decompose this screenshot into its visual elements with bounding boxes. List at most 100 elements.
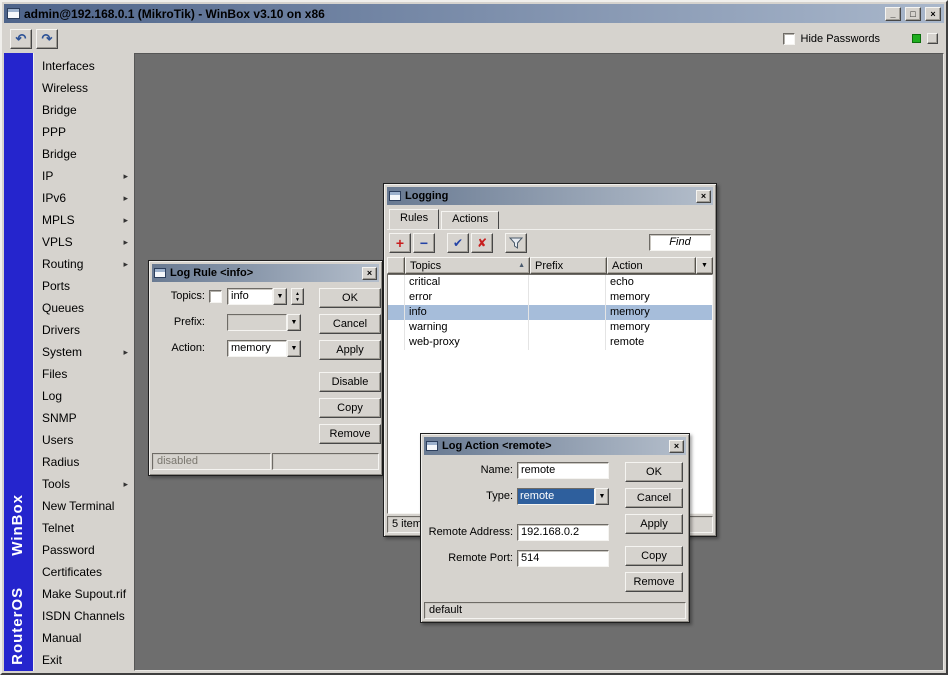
disable-button[interactable]: Disable <box>319 372 381 392</box>
main-toolbar: ↶ ↷ Hide Passwords <box>4 25 944 52</box>
submenu-arrow-icon: ▸ <box>123 347 128 357</box>
sidebar-item-password[interactable]: Password <box>34 539 134 561</box>
undo-button[interactable]: ↶ <box>10 28 32 49</box>
logging-titlebar[interactable]: Logging × <box>387 187 713 205</box>
main-titlebar[interactable]: admin@192.168.0.1 (MikroTik) - WinBox v3… <box>4 4 944 23</box>
close-icon[interactable]: × <box>362 266 377 280</box>
apply-button[interactable]: Apply <box>625 514 683 534</box>
sidebar-item-exit[interactable]: Exit <box>34 649 134 671</box>
sidebar-item-make-supout[interactable]: Make Supout.rif <box>34 583 134 605</box>
sidebar-item-bridge-2[interactable]: Bridge <box>34 143 134 165</box>
close-icon[interactable]: × <box>669 439 684 453</box>
submenu-arrow-icon: ▸ <box>123 193 128 203</box>
cancel-button[interactable]: Cancel <box>319 314 381 334</box>
sidebar-item-system[interactable]: System ▸ <box>34 341 134 363</box>
find-input[interactable]: Find <box>649 234 711 251</box>
filter-button[interactable] <box>505 233 527 253</box>
spinner-down-icon: ▼ <box>295 296 300 303</box>
tab-divider <box>387 229 713 230</box>
sidebar-item-wireless[interactable]: Wireless <box>34 77 134 99</box>
column-header-flags[interactable] <box>387 257 405 274</box>
table-row[interactable]: error memory <box>388 290 712 305</box>
sidebar-item-tools[interactable]: Tools ▸ <box>34 473 134 495</box>
logging-title: Logging <box>405 190 449 202</box>
maximize-button[interactable]: □ <box>905 6 921 21</box>
sidebar-item-new-terminal[interactable]: New Terminal <box>34 495 134 517</box>
sidebar-item-manual[interactable]: Manual <box>34 627 134 649</box>
logging-toolbar: + − ✔ ✘ Find <box>389 231 711 255</box>
copy-button[interactable]: Copy <box>625 546 683 566</box>
sidebar-item-telnet[interactable]: Telnet <box>34 517 134 539</box>
sidebar-item-users[interactable]: Users <box>34 429 134 451</box>
sidebar: RouterOS WinBox Interfaces Wireless Brid… <box>4 53 134 671</box>
topics-combo[interactable]: info <box>227 288 273 305</box>
window-log-action: Log Action <remote> × Name: remote Type:… <box>420 433 690 623</box>
sidebar-item-vpls[interactable]: VPLS ▸ <box>34 231 134 253</box>
prefix-input[interactable] <box>227 314 287 331</box>
sidebar-item-ipv6[interactable]: IPv6 ▸ <box>34 187 134 209</box>
sidebar-item-ip[interactable]: IP ▸ <box>34 165 134 187</box>
hide-passwords-checkbox[interactable] <box>782 32 795 45</box>
type-combo-arrow-icon[interactable]: ▼ <box>595 488 609 505</box>
action-combo[interactable]: memory <box>227 340 287 357</box>
table-row[interactable]: critical echo <box>388 275 712 290</box>
prefix-combo-arrow-icon[interactable]: ▼ <box>287 314 301 331</box>
sidebar-item-certificates[interactable]: Certificates <box>34 561 134 583</box>
sidebar-item-radius[interactable]: Radius <box>34 451 134 473</box>
column-header-action[interactable]: Action <box>607 257 696 274</box>
sidebar-item-ports[interactable]: Ports <box>34 275 134 297</box>
close-button[interactable]: × <box>925 6 941 21</box>
sidebar-item-files[interactable]: Files <box>34 363 134 385</box>
ok-button[interactable]: OK <box>319 288 381 308</box>
sidebar-item-drivers[interactable]: Drivers <box>34 319 134 341</box>
type-combo[interactable]: remote <box>518 489 594 504</box>
tab-actions[interactable]: Actions <box>441 211 500 229</box>
name-input[interactable]: remote <box>517 462 609 479</box>
table-row-selected[interactable]: info memory <box>388 305 712 320</box>
ok-button[interactable]: OK <box>625 462 683 482</box>
log-action-titlebar[interactable]: Log Action <remote> × <box>424 437 686 455</box>
sidebar-item-snmp[interactable]: SNMP <box>34 407 134 429</box>
redo-button[interactable]: ↷ <box>36 28 58 49</box>
table-row[interactable]: web-proxy remote <box>388 335 712 350</box>
status-indicator-icon <box>912 34 921 43</box>
tab-rules[interactable]: Rules <box>389 209 440 229</box>
sidebar-item-isdn-channels[interactable]: ISDN Channels <box>34 605 134 627</box>
status-bar: default <box>424 602 686 619</box>
add-button[interactable]: + <box>389 233 411 253</box>
column-header-prefix[interactable]: Prefix <box>530 257 607 274</box>
apply-button[interactable]: Apply <box>319 340 381 360</box>
submenu-arrow-icon: ▸ <box>123 259 128 269</box>
remove-button[interactable]: Remove <box>319 424 381 444</box>
sidebar-item-interfaces[interactable]: Interfaces <box>34 55 134 77</box>
cancel-button[interactable]: Cancel <box>625 488 683 508</box>
remove-button[interactable]: − <box>413 233 435 253</box>
remote-port-input[interactable]: 514 <box>517 550 609 567</box>
close-icon[interactable]: × <box>696 189 711 203</box>
sidebar-item-ppp[interactable]: PPP <box>34 121 134 143</box>
log-rule-titlebar[interactable]: Log Rule <info> × <box>152 264 379 282</box>
app-grip-icon <box>927 33 938 44</box>
header-dropdown-button[interactable]: ▼ <box>696 257 713 274</box>
minimize-button[interactable]: _ <box>885 6 901 21</box>
sidebar-item-queues[interactable]: Queues <box>34 297 134 319</box>
remove-button[interactable]: Remove <box>625 572 683 592</box>
topics-checkbox[interactable] <box>209 290 222 303</box>
table-row[interactable]: warning memory <box>388 320 712 335</box>
sidebar-menu: Interfaces Wireless Bridge PPP Bridge IP… <box>33 53 134 671</box>
sidebar-item-log[interactable]: Log <box>34 385 134 407</box>
disable-button[interactable]: ✘ <box>471 233 493 253</box>
copy-button[interactable]: Copy <box>319 398 381 418</box>
sidebar-item-bridge[interactable]: Bridge <box>34 99 134 121</box>
sidebar-item-routing[interactable]: Routing ▸ <box>34 253 134 275</box>
topics-spinner[interactable]: ▲ ▼ <box>291 288 304 305</box>
topics-combo-arrow-icon[interactable]: ▼ <box>273 288 287 305</box>
sidebar-item-mpls[interactable]: MPLS ▸ <box>34 209 134 231</box>
window-icon <box>426 441 438 451</box>
remote-address-input[interactable]: 192.168.0.2 <box>517 524 609 541</box>
action-combo-arrow-icon[interactable]: ▼ <box>287 340 301 357</box>
enable-button[interactable]: ✔ <box>447 233 469 253</box>
remote-port-label: Remote Port: <box>448 552 513 564</box>
column-header-topics[interactable]: Topics ▲ <box>405 257 530 274</box>
window-icon <box>154 268 166 278</box>
